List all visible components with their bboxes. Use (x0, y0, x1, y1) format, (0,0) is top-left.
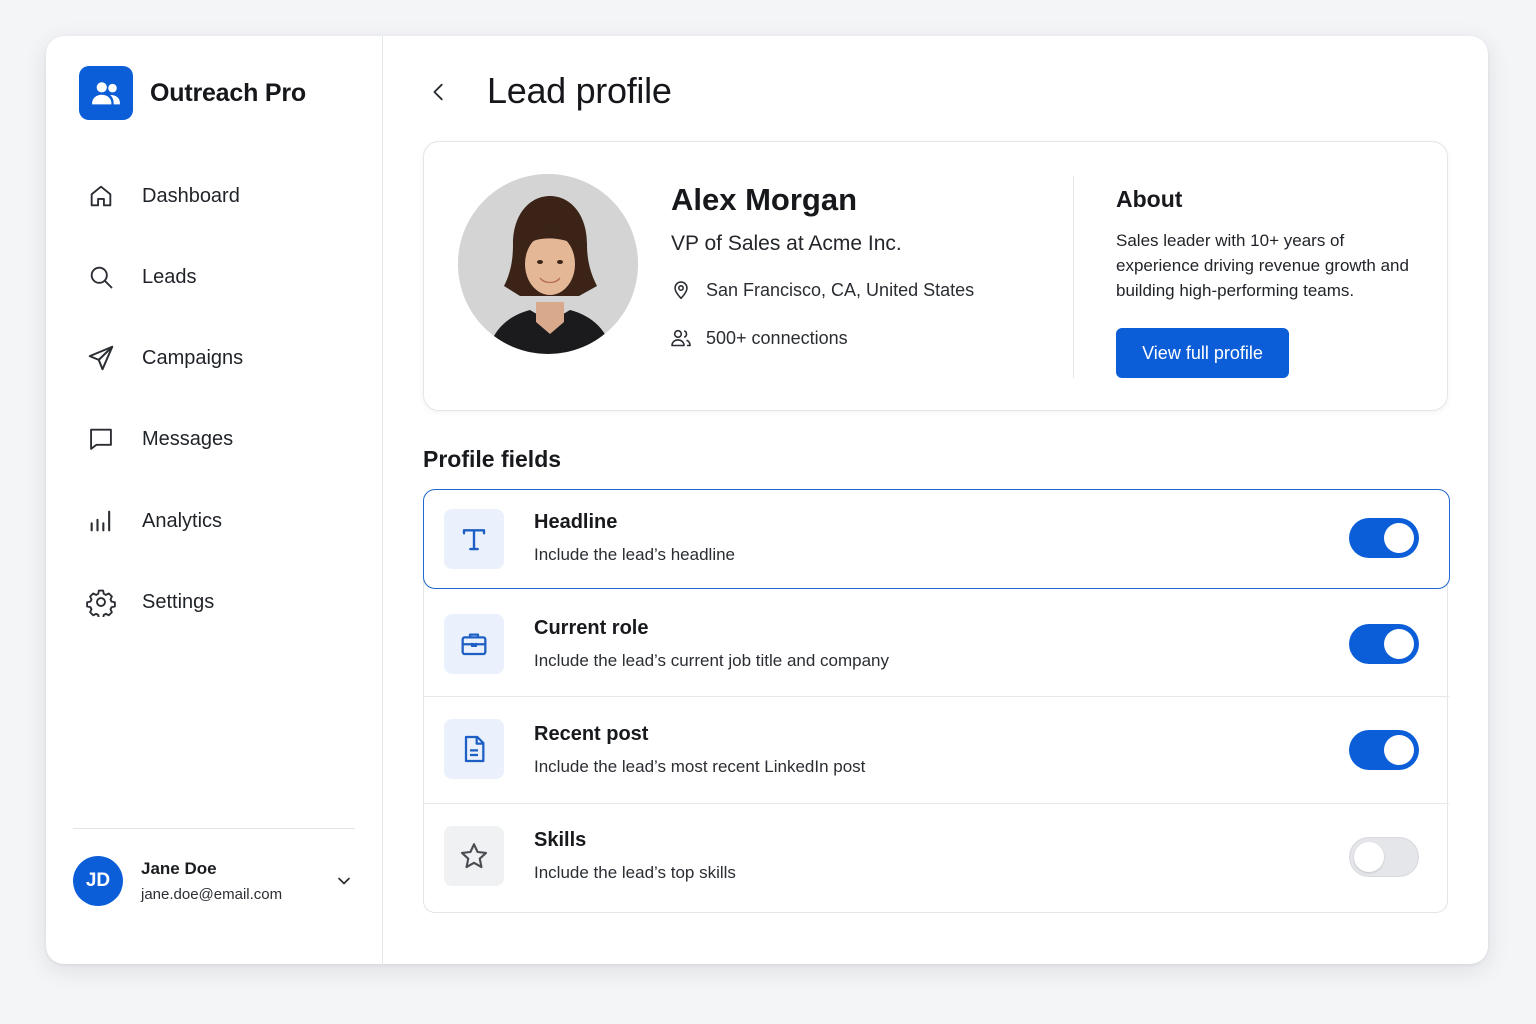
briefcase-icon (444, 614, 504, 674)
toggle-knob (1354, 842, 1384, 872)
current-role-toggle[interactable] (1349, 624, 1419, 664)
home-icon (84, 179, 118, 213)
field-description: Include the lead’s most recent LinkedIn … (534, 757, 866, 776)
message-icon (84, 422, 118, 456)
sidebar-item-label: Settings (142, 590, 215, 613)
sidebar-item-label: Dashboard (142, 184, 240, 207)
field-description: Include the lead’s top skills (534, 863, 736, 882)
lead-name: Alex Morgan (671, 182, 858, 217)
about-text: Sales leader with 10+ years of experienc… (1116, 231, 1409, 300)
sidebar-item-campaigns[interactable]: Campaigns (84, 338, 354, 378)
sidebar-divider (73, 828, 355, 829)
field-title: Current role (534, 617, 649, 639)
skills-toggle[interactable] (1349, 837, 1419, 877)
recent-post-toggle[interactable] (1349, 730, 1419, 770)
location-text: San Francisco, CA, United States (706, 279, 975, 300)
sidebar-item-analytics[interactable]: Analytics (84, 501, 354, 541)
lead-title: VP of Sales at Acme Inc. (671, 232, 902, 255)
profile-fields-list: Headline Include the lead’s headline Cur… (423, 489, 1450, 913)
search-icon (84, 260, 118, 294)
users-icon (79, 66, 133, 120)
user-name: Jane Doe (141, 859, 217, 878)
sidebar-item-dashboard[interactable]: Dashboard (84, 176, 354, 216)
field-title: Recent post (534, 723, 649, 745)
lead-avatar (458, 174, 638, 354)
sidebar-item-label: Analytics (142, 509, 223, 532)
field-row-recent-post[interactable]: Recent post Include the lead’s most rece… (424, 697, 1449, 804)
view-full-profile-button[interactable]: View full profile (1116, 328, 1289, 378)
sidebar-item-label: Messages (142, 427, 234, 450)
gear-icon (84, 585, 118, 619)
main-content: Lead profile Alex Morgan VP of Sales at … (383, 36, 1488, 964)
document-icon (444, 719, 504, 779)
brand[interactable]: Outreach Pro (79, 66, 306, 120)
toggle-knob (1384, 629, 1414, 659)
text-icon (444, 509, 504, 569)
app-window: Outreach Pro Dashboard Leads Campaigns M… (46, 36, 1488, 964)
sidebar-item-messages[interactable]: Messages (84, 419, 354, 459)
location-pin-icon (669, 278, 693, 302)
field-title: Headline (534, 511, 618, 533)
connections-text: 500+ connections (706, 327, 848, 348)
people-icon (669, 326, 693, 350)
field-title: Skills (534, 829, 587, 851)
card-divider (1073, 176, 1074, 378)
chevron-down-icon[interactable] (332, 869, 356, 893)
field-description: Include the lead’s headline (534, 545, 736, 564)
sidebar-item-settings[interactable]: Settings (84, 582, 354, 622)
lead-location: San Francisco, CA, United States (669, 278, 974, 302)
field-row-headline[interactable]: Headline Include the lead’s headline (423, 489, 1450, 589)
toggle-knob (1384, 523, 1414, 553)
field-row-current-role[interactable]: Current role Include the lead’s current … (424, 589, 1449, 697)
field-row-skills[interactable]: Skills Include the lead’s top skills (424, 804, 1449, 912)
sidebar-item-label: Campaigns (142, 346, 244, 369)
bar-chart-icon (84, 504, 118, 538)
lead-connections: 500+ connections (669, 326, 848, 350)
user-menu[interactable]: JD Jane Doe jane.doe@email.com (73, 856, 356, 906)
lead-profile-card: Alex Morgan VP of Sales at Acme Inc. San… (423, 141, 1448, 411)
send-icon (84, 341, 118, 375)
user-email: jane.doe@email.com (141, 886, 283, 903)
headline-toggle[interactable] (1349, 518, 1419, 558)
chevron-left-icon (433, 83, 443, 101)
profile-fields-title: Profile fields (423, 446, 562, 472)
sidebar-item-label: Leads (142, 265, 197, 288)
back-button[interactable] (425, 76, 453, 108)
sidebar: Outreach Pro Dashboard Leads Campaigns M… (46, 36, 383, 964)
user-info: Jane Doe jane.doe@email.com (141, 859, 332, 903)
avatar: JD (73, 856, 123, 906)
sidebar-nav: Dashboard Leads Campaigns Messages Analy… (84, 176, 354, 663)
page-title: Lead profile (487, 70, 672, 111)
app-name: Outreach Pro (150, 78, 306, 107)
star-icon (444, 826, 504, 886)
sidebar-item-leads[interactable]: Leads (84, 257, 354, 297)
about-title: About (1116, 186, 1183, 212)
toggle-knob (1384, 735, 1414, 765)
field-description: Include the lead’s current job title and… (534, 651, 890, 670)
